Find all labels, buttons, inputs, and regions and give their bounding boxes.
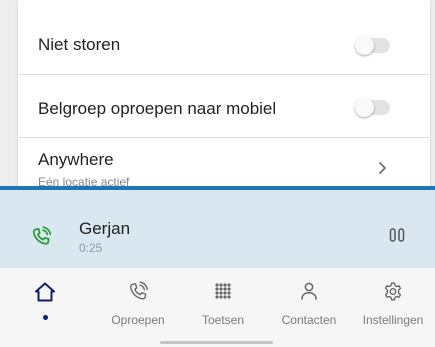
calls-icon <box>130 281 149 300</box>
settings-icon <box>384 282 402 301</box>
active-call-bar[interactable]: Gerjan 0:25 <box>0 186 435 268</box>
contacts-icon <box>301 282 317 300</box>
belgroep-toggle[interactable] <box>355 98 390 117</box>
toggle-knob <box>355 36 374 55</box>
nav-item-instellingen[interactable]: Instellingen <box>348 268 435 338</box>
phone-call-icon <box>32 226 52 245</box>
nav-item-oproepen[interactable]: Oproepen <box>93 268 183 338</box>
chevron-right-icon <box>379 162 386 174</box>
nav-item-toetsen[interactable]: Toetsen <box>178 268 268 338</box>
nav-label: Contacten <box>281 313 337 327</box>
home-indicator-bar[interactable] <box>160 341 273 344</box>
call-duration: 0:25 <box>79 241 103 255</box>
niet-storen-toggle[interactable] <box>355 36 390 55</box>
caller-name: Gerjan <box>79 219 131 238</box>
nav-item-home[interactable] <box>0 268 90 338</box>
setting-label: Niet storen <box>38 35 121 54</box>
nav-item-contacten[interactable]: Contacten <box>264 268 354 338</box>
pause-icon[interactable] <box>389 227 405 243</box>
bottom-nav: Oproepen Toetsen Contacten Instellingen <box>0 268 435 347</box>
nav-label: Toetsen <box>201 313 245 327</box>
dialpad-icon <box>215 283 231 299</box>
nav-label: Oproepen <box>111 313 165 327</box>
setting-row-belgroep[interactable]: Belgroep oproepen naar mobiel <box>18 75 430 138</box>
setting-label: Anywhere <box>38 150 114 169</box>
toggle-knob <box>355 98 374 117</box>
nav-label: Instellingen <box>362 313 424 327</box>
setting-label: Belgroep oproepen naar mobiel <box>38 99 277 118</box>
settings-card: Niet storen Belgroep oproepen naar mobie… <box>18 0 430 200</box>
setting-row-niet-storen[interactable]: Niet storen <box>18 0 430 75</box>
active-indicator-dot <box>42 315 48 320</box>
home-icon <box>35 282 55 302</box>
